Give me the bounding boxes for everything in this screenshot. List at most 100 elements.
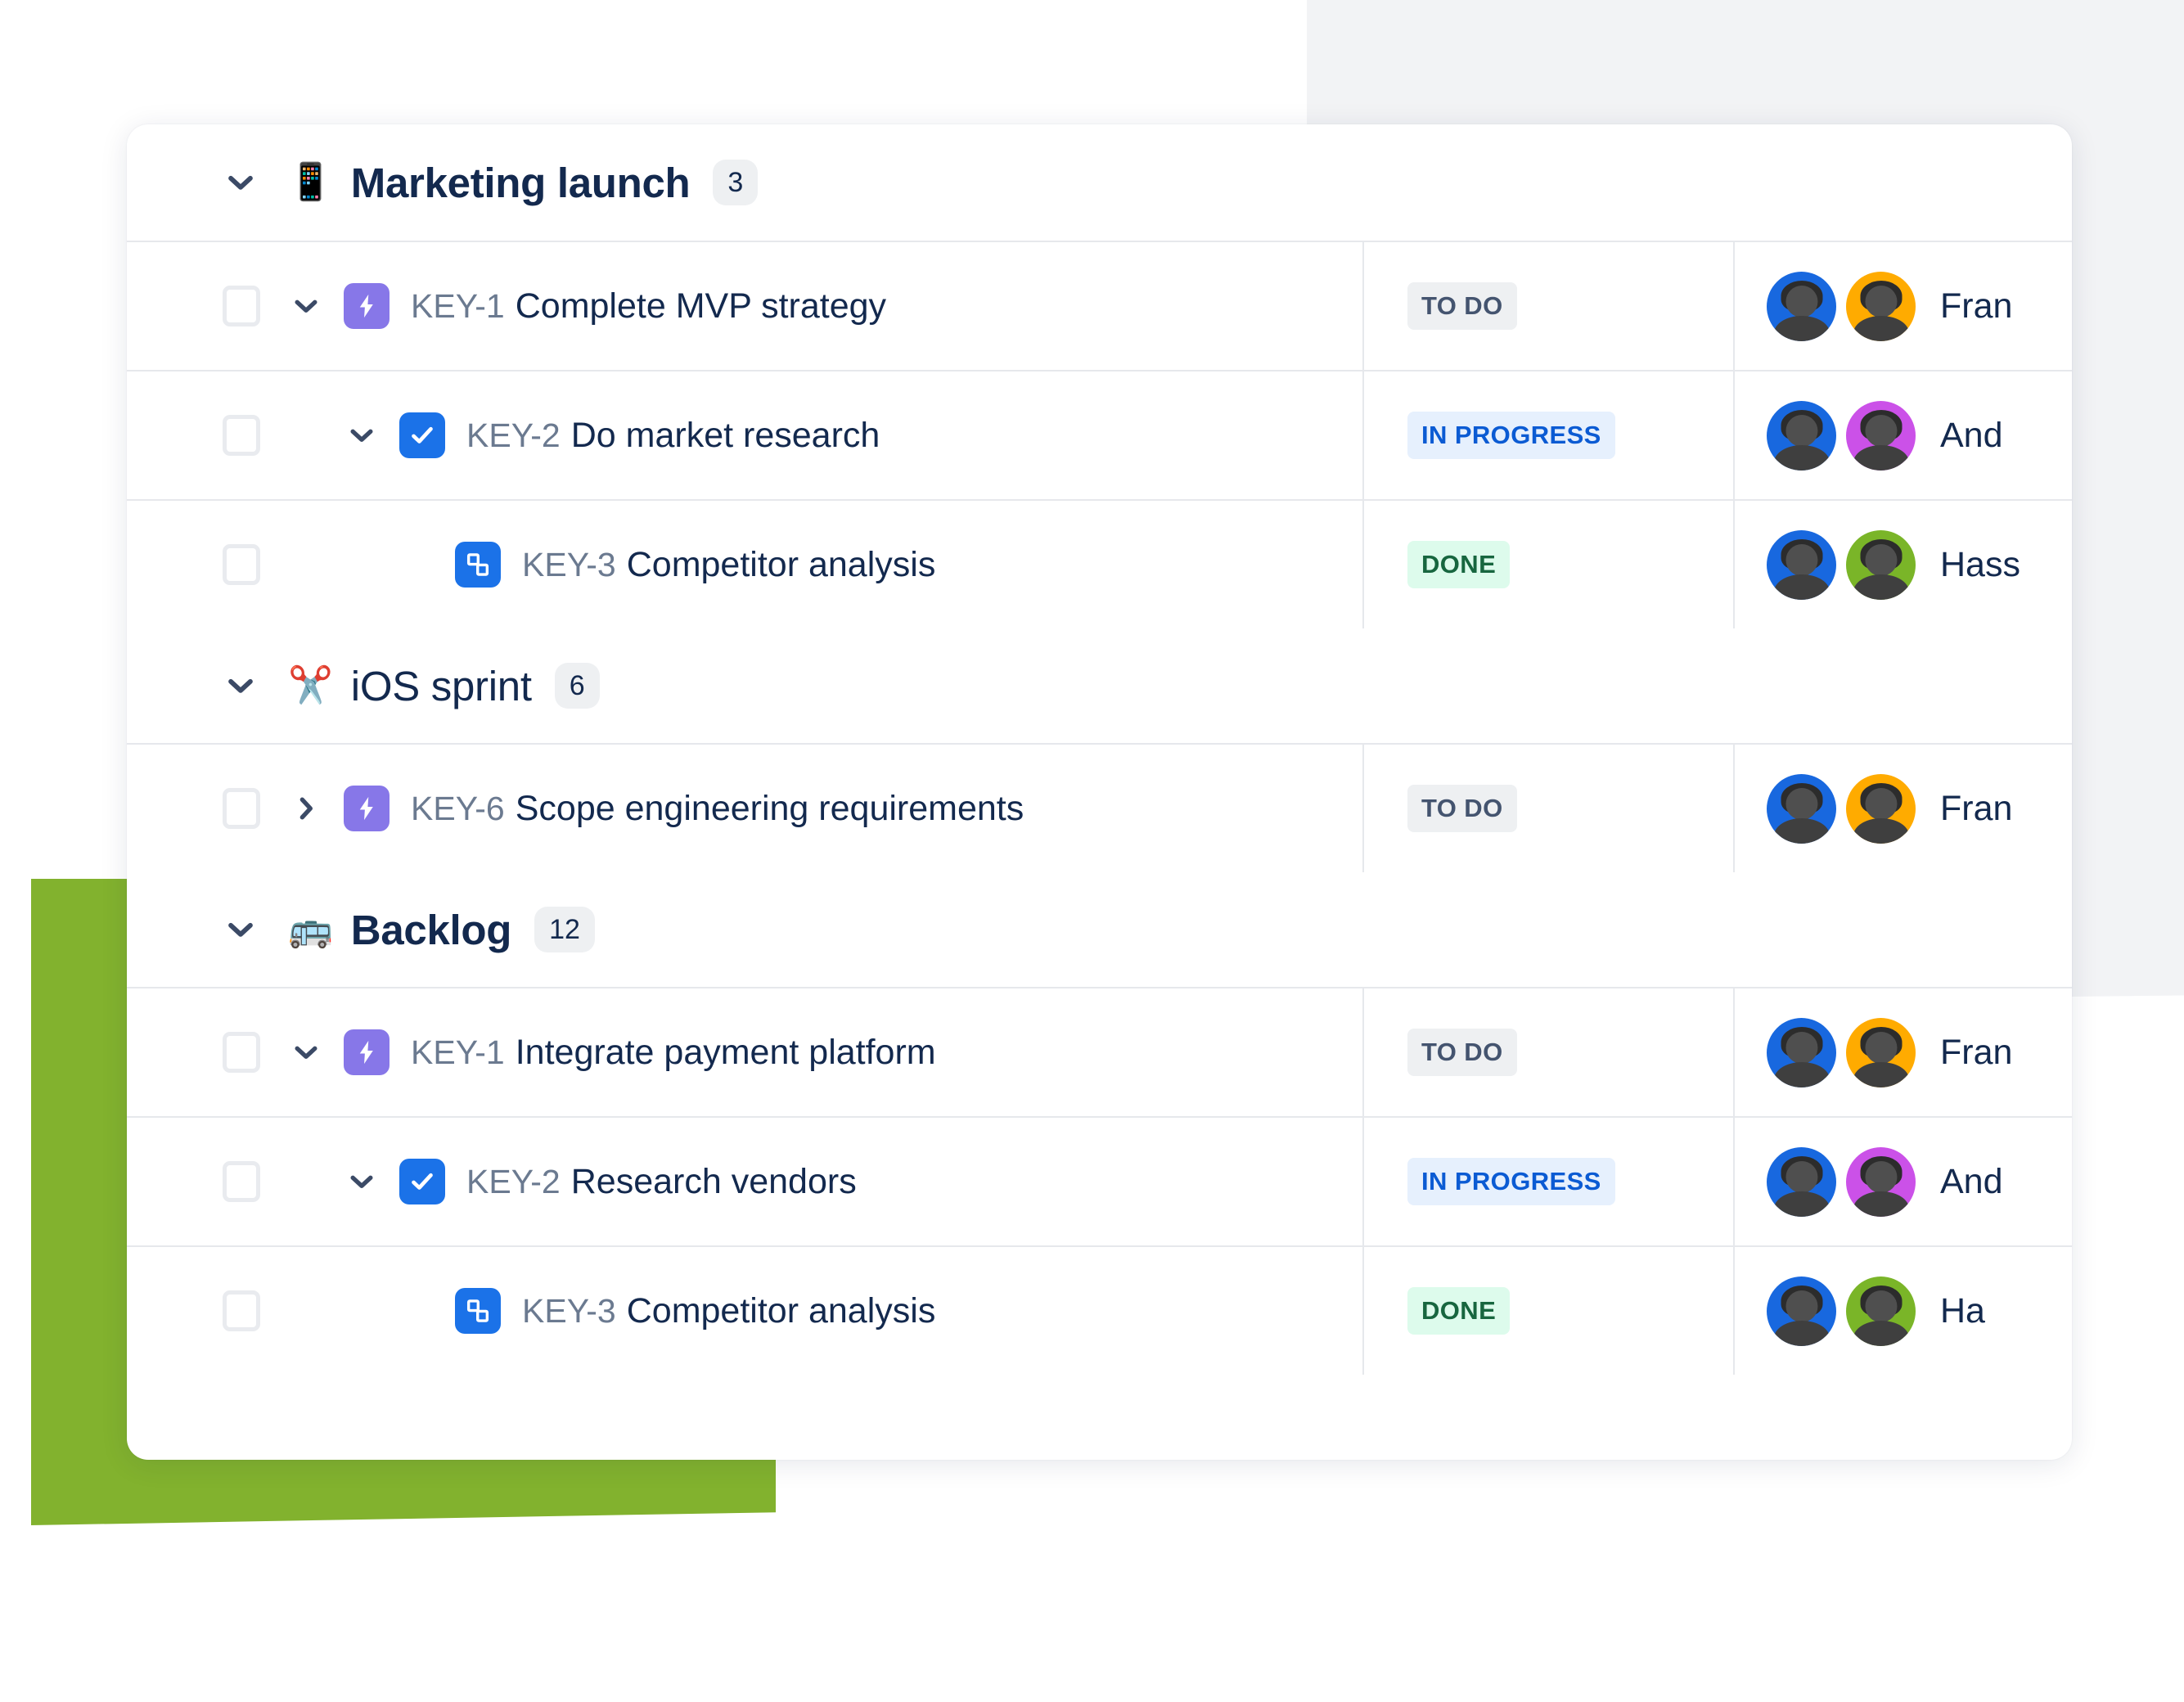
issue-title[interactable]: Complete MVP strategy bbox=[516, 286, 886, 326]
avatar[interactable] bbox=[1846, 529, 1916, 600]
chevron-right-icon[interactable] bbox=[290, 792, 322, 825]
chevron-down-icon[interactable] bbox=[223, 912, 259, 948]
row-checkbox[interactable] bbox=[223, 1290, 260, 1331]
summary-cell: KEY-6 Scope engineering requirements bbox=[127, 745, 1364, 872]
screenshot-stage: 📱 Marketing launch 3 KEY-1 Complete MVP stra… bbox=[0, 0, 2184, 1702]
group-issue-count: 3 bbox=[713, 160, 759, 205]
group-title: iOS sprint bbox=[350, 662, 532, 709]
issue-key[interactable]: KEY-3 bbox=[522, 546, 616, 584]
issue-title[interactable]: Do market research bbox=[571, 416, 880, 456]
issue-key[interactable]: KEY-1 bbox=[411, 287, 505, 326]
subtask-blocks-icon[interactable] bbox=[455, 1288, 501, 1334]
task-checkmark-icon[interactable] bbox=[399, 1159, 445, 1204]
avatar[interactable] bbox=[1767, 1017, 1836, 1087]
assignee-cell: And bbox=[1735, 371, 2072, 499]
status-cell: TO DO bbox=[1364, 988, 1735, 1116]
status-badge[interactable]: DONE bbox=[1407, 1287, 1511, 1335]
chevron-down-icon[interactable] bbox=[345, 419, 378, 452]
status-cell: DONE bbox=[1364, 501, 1735, 628]
row-checkbox[interactable] bbox=[223, 1161, 260, 1202]
chevron-down-icon[interactable] bbox=[223, 164, 259, 200]
table-row[interactable]: KEY-3 Competitor analysis DONE Hass bbox=[127, 499, 2072, 628]
assignee-cell: Fran bbox=[1735, 988, 2072, 1116]
avatar[interactable] bbox=[1846, 773, 1916, 844]
table-row[interactable]: KEY-1 Complete MVP strategy TO DO Fran bbox=[127, 241, 2072, 370]
epic-lightning-icon[interactable] bbox=[344, 283, 390, 329]
chevron-down-icon[interactable] bbox=[345, 1165, 378, 1198]
status-cell: TO DO bbox=[1364, 745, 1735, 872]
avatar[interactable] bbox=[1846, 400, 1916, 471]
assignee-name: And bbox=[1940, 415, 2003, 455]
chevron-down-icon[interactable] bbox=[290, 290, 322, 322]
issue-title[interactable]: Competitor analysis bbox=[627, 1291, 936, 1331]
row-checkbox[interactable] bbox=[223, 415, 260, 456]
chevron-down-icon[interactable] bbox=[223, 668, 259, 704]
table-row[interactable]: KEY-1 Integrate payment platform TO DO Fran bbox=[127, 987, 2072, 1116]
assignee-cell: Fran bbox=[1735, 745, 2072, 872]
group-header-backlog[interactable]: 🚌 Backlog 12 bbox=[127, 872, 2072, 987]
assignee-cell: Fran bbox=[1735, 242, 2072, 370]
status-badge[interactable]: TO DO bbox=[1407, 785, 1517, 832]
assignee-name: Ha bbox=[1940, 1290, 1985, 1331]
avatar[interactable] bbox=[1767, 271, 1836, 341]
status-badge[interactable]: IN PROGRESS bbox=[1407, 412, 1615, 459]
epic-lightning-icon[interactable] bbox=[344, 786, 390, 831]
avatar[interactable] bbox=[1767, 1276, 1836, 1346]
avatar[interactable] bbox=[1846, 271, 1916, 341]
issue-key[interactable]: KEY-2 bbox=[466, 1163, 561, 1201]
issue-title[interactable]: Scope engineering requirements bbox=[516, 789, 1024, 829]
assignee-cell: Ha bbox=[1735, 1247, 2072, 1375]
status-badge[interactable]: TO DO bbox=[1407, 1029, 1517, 1076]
status-badge[interactable]: DONE bbox=[1407, 541, 1511, 588]
assignee-name: Fran bbox=[1940, 1032, 2013, 1072]
table-row[interactable]: KEY-2 Do market research IN PROGRESS And bbox=[127, 370, 2072, 499]
assignee-name: Hass bbox=[1940, 544, 2020, 584]
group-header-ios-sprint[interactable]: ✂️ iOS sprint 6 bbox=[127, 628, 2072, 743]
subtask-blocks-icon[interactable] bbox=[455, 542, 501, 588]
assignee-name: And bbox=[1940, 1161, 2003, 1201]
summary-cell: KEY-3 Competitor analysis bbox=[127, 1247, 1364, 1375]
avatar[interactable] bbox=[1767, 529, 1836, 600]
epic-lightning-icon[interactable] bbox=[344, 1029, 390, 1075]
issue-key[interactable]: KEY-2 bbox=[466, 416, 561, 455]
bus-emoji: 🚌 bbox=[288, 908, 333, 950]
row-checkbox[interactable] bbox=[223, 544, 260, 585]
status-cell: IN PROGRESS bbox=[1364, 1118, 1735, 1245]
issue-key[interactable]: KEY-1 bbox=[411, 1033, 505, 1072]
issue-list-card: 📱 Marketing launch 3 KEY-1 Complete MVP stra… bbox=[127, 124, 2072, 1460]
issue-title[interactable]: Competitor analysis bbox=[627, 545, 936, 585]
table-row[interactable]: KEY-3 Competitor analysis DONE Ha bbox=[127, 1245, 2072, 1375]
avatar[interactable] bbox=[1767, 1146, 1836, 1217]
issue-title[interactable]: Integrate payment platform bbox=[516, 1033, 936, 1073]
issue-list: 📱 Marketing launch 3 KEY-1 Complete MVP stra… bbox=[127, 124, 2072, 1375]
group-issue-count: 12 bbox=[534, 907, 595, 952]
status-badge[interactable]: TO DO bbox=[1407, 282, 1517, 330]
row-checkbox[interactable] bbox=[223, 788, 260, 829]
assignee-name: Fran bbox=[1940, 286, 2013, 326]
row-checkbox[interactable] bbox=[223, 286, 260, 326]
avatar[interactable] bbox=[1767, 400, 1836, 471]
assignee-cell: Hass bbox=[1735, 501, 2072, 628]
summary-cell: KEY-3 Competitor analysis bbox=[127, 501, 1364, 628]
avatar[interactable] bbox=[1846, 1276, 1916, 1346]
summary-cell: KEY-2 Do market research bbox=[127, 371, 1364, 499]
issue-title[interactable]: Research vendors bbox=[571, 1162, 857, 1202]
chevron-placeholder bbox=[401, 548, 434, 581]
chevron-down-icon[interactable] bbox=[290, 1036, 322, 1069]
task-checkmark-icon[interactable] bbox=[399, 412, 445, 458]
status-cell: IN PROGRESS bbox=[1364, 371, 1735, 499]
table-row[interactable]: KEY-2 Research vendors IN PROGRESS And bbox=[127, 1116, 2072, 1245]
issue-key[interactable]: KEY-3 bbox=[522, 1292, 616, 1331]
table-row[interactable]: KEY-6 Scope engineering requirements TO DO… bbox=[127, 743, 2072, 872]
chevron-placeholder bbox=[401, 1295, 434, 1327]
avatar[interactable] bbox=[1846, 1017, 1916, 1087]
summary-cell: KEY-1 Integrate payment platform bbox=[127, 988, 1364, 1116]
avatar[interactable] bbox=[1767, 773, 1836, 844]
status-cell: DONE bbox=[1364, 1247, 1735, 1375]
status-badge[interactable]: IN PROGRESS bbox=[1407, 1158, 1615, 1205]
row-checkbox[interactable] bbox=[223, 1032, 260, 1073]
summary-cell: KEY-2 Research vendors bbox=[127, 1118, 1364, 1245]
issue-key[interactable]: KEY-6 bbox=[411, 790, 505, 828]
avatar[interactable] bbox=[1846, 1146, 1916, 1217]
group-header-marketing-launch[interactable]: 📱 Marketing launch 3 bbox=[127, 124, 2072, 241]
